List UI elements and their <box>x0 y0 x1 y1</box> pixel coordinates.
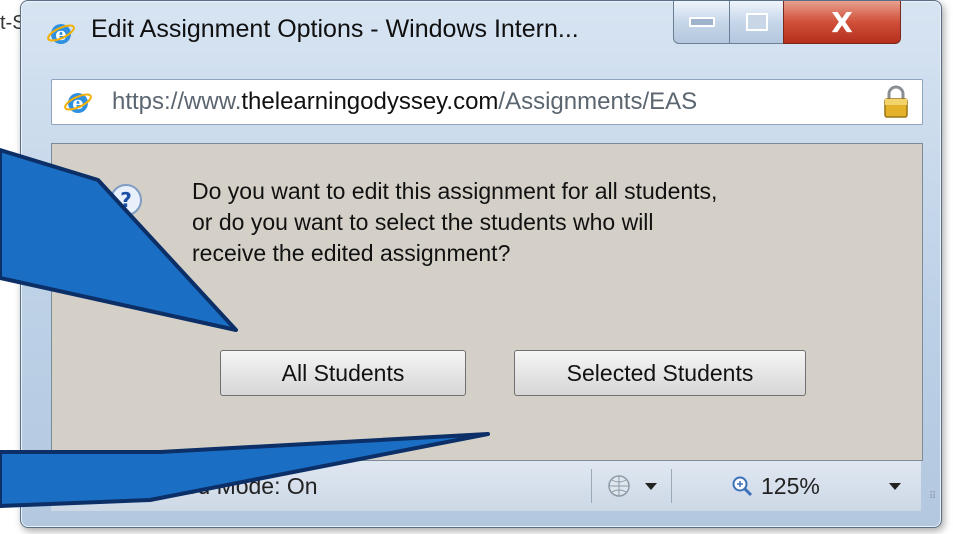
close-button[interactable]: X <box>783 1 901 44</box>
zoom-icon <box>732 476 753 497</box>
protected-mode-status: net | Protected Mode: On <box>61 473 318 499</box>
window-title: Edit Assignment Options - Windows Intern… <box>91 15 579 43</box>
zoom-level[interactable]: 125% <box>761 473 820 500</box>
message-line: Do you want to edit this assignment for … <box>192 178 718 204</box>
message-line: or do you want to select the students wh… <box>192 209 654 235</box>
chevron-down-icon[interactable] <box>645 483 657 490</box>
minimize-button[interactable] <box>673 1 731 44</box>
lock-icon[interactable] <box>880 84 912 120</box>
maximize-button[interactable] <box>729 1 785 44</box>
globe-icon[interactable] <box>606 473 632 499</box>
close-icon: X <box>831 5 853 39</box>
selected-students-button[interactable]: Selected Students <box>514 350 806 396</box>
status-divider <box>591 469 592 503</box>
address-bar[interactable]: e https://www.thelearningodyssey.com/Ass… <box>51 79 923 125</box>
address-url: https://www.thelearningodyssey.com/Assig… <box>112 88 697 116</box>
svg-text:?: ? <box>120 188 132 212</box>
ie-page-icon: e <box>64 93 92 114</box>
status-bar: net | Protected Mode: On 125% ⠿ <box>51 461 936 511</box>
ie-logo-icon: e <box>47 24 75 45</box>
status-divider <box>671 469 672 503</box>
question-icon: ? <box>110 184 142 222</box>
dialog-content: ? Do you want to edit this assignment fo… <box>51 143 923 461</box>
maximize-icon <box>746 13 768 31</box>
chevron-down-icon[interactable] <box>889 483 901 490</box>
url-path: /Assignments/EAS <box>498 88 698 115</box>
dialog-message: Do you want to edit this assignment for … <box>192 176 912 269</box>
all-students-button[interactable]: All Students <box>220 350 466 396</box>
resize-grip-icon[interactable]: ⠿ <box>929 491 937 502</box>
minimize-icon <box>689 17 715 27</box>
url-scheme: https://www. <box>112 88 242 115</box>
message-line: receive the edited assignment? <box>192 240 511 266</box>
url-host: thelearningodyssey.com <box>241 88 499 115</box>
ie-popup-window: e Edit Assignment Options - Windows Inte… <box>20 0 942 528</box>
